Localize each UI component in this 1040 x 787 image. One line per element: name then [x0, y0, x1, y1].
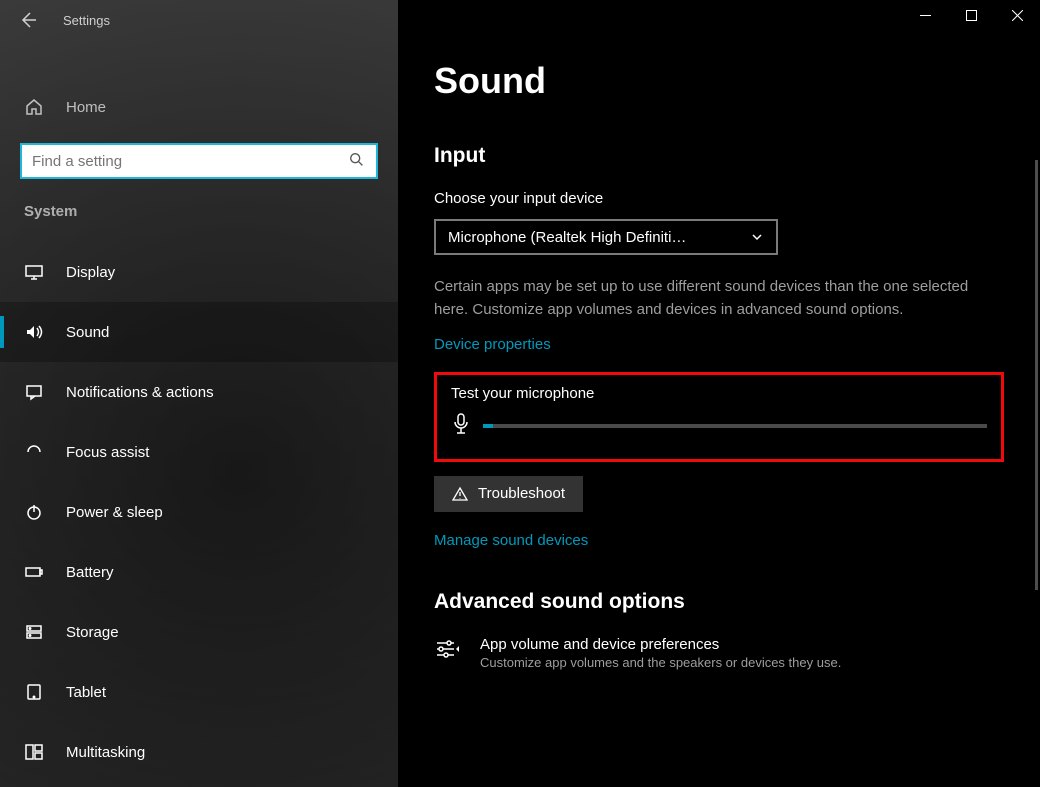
sidebar-item-focus[interactable]: Focus assist — [0, 422, 398, 482]
adv-item-subtitle: Customize app volumes and the speakers o… — [480, 655, 841, 670]
sidebar-item-storage[interactable]: Storage — [0, 602, 398, 662]
battery-icon — [24, 562, 44, 582]
sidebar-item-notifications[interactable]: Notifications & actions — [0, 362, 398, 422]
sidebar-item-sound[interactable]: Sound — [0, 302, 398, 362]
sidebar-item-display[interactable]: Display — [0, 242, 398, 302]
sidebar-item-multitasking[interactable]: Multitasking — [0, 722, 398, 782]
advanced-heading: Advanced sound options — [434, 590, 1010, 614]
scrollbar[interactable] — [1035, 160, 1038, 590]
device-properties-link[interactable]: Device properties — [434, 336, 551, 353]
back-icon[interactable] — [18, 10, 38, 30]
sidebar-item-label: Sound — [66, 324, 109, 341]
microphone-level-fill — [483, 424, 493, 428]
sidebar-item-tablet[interactable]: Tablet — [0, 662, 398, 722]
manage-sound-devices-link[interactable]: Manage sound devices — [434, 532, 588, 549]
close-button[interactable] — [994, 0, 1040, 30]
app-title: Settings — [63, 13, 110, 28]
power-icon — [24, 502, 44, 522]
troubleshoot-label: Troubleshoot — [478, 485, 565, 502]
sidebar-item-label: Multitasking — [66, 744, 145, 761]
category-label: System — [24, 203, 398, 220]
dropdown-value: Microphone (Realtek High Definiti… — [448, 229, 686, 246]
sound-icon — [24, 322, 44, 342]
input-description: Certain apps may be set up to use differ… — [434, 275, 994, 322]
search-icon — [348, 151, 366, 174]
chevron-down-icon — [750, 230, 764, 244]
test-microphone-label: Test your microphone — [451, 385, 987, 402]
choose-input-label: Choose your input device — [434, 190, 1010, 207]
sidebar-item-battery[interactable]: Battery — [0, 542, 398, 602]
sidebar-item-label: Storage — [66, 624, 119, 641]
notifications-icon — [24, 382, 44, 402]
page-title: Sound — [434, 60, 1010, 102]
sidebar-item-label: Power & sleep — [66, 504, 163, 521]
multitasking-icon — [24, 742, 44, 762]
adv-item-title: App volume and device preferences — [480, 636, 841, 653]
microphone-level-bar — [483, 424, 987, 428]
minimize-button[interactable] — [902, 0, 948, 30]
home-label: Home — [66, 99, 106, 116]
warning-icon — [452, 486, 468, 502]
sidebar-item-label: Tablet — [66, 684, 106, 701]
sidebar-item-label: Display — [66, 264, 115, 281]
microphone-icon — [451, 412, 471, 441]
search-input[interactable] — [20, 143, 378, 179]
focus-icon — [24, 442, 44, 462]
test-microphone-section: Test your microphone — [434, 372, 1004, 462]
home-icon — [24, 97, 44, 117]
sidebar-item-label: Focus assist — [66, 444, 149, 461]
nav-home[interactable]: Home — [0, 85, 398, 129]
app-volume-preferences[interactable]: App volume and device preferences Custom… — [434, 636, 1010, 670]
storage-icon — [24, 622, 44, 642]
display-icon — [24, 262, 44, 282]
maximize-button[interactable] — [948, 0, 994, 30]
tablet-icon — [24, 682, 44, 702]
sidebar-item-label: Battery — [66, 564, 114, 581]
sidebar-item-power[interactable]: Power & sleep — [0, 482, 398, 542]
section-input-heading: Input — [434, 144, 1010, 168]
sliders-icon — [434, 636, 460, 670]
input-device-dropdown[interactable]: Microphone (Realtek High Definiti… — [434, 219, 778, 255]
troubleshoot-button[interactable]: Troubleshoot — [434, 476, 583, 512]
sidebar-item-label: Notifications & actions — [66, 384, 214, 401]
